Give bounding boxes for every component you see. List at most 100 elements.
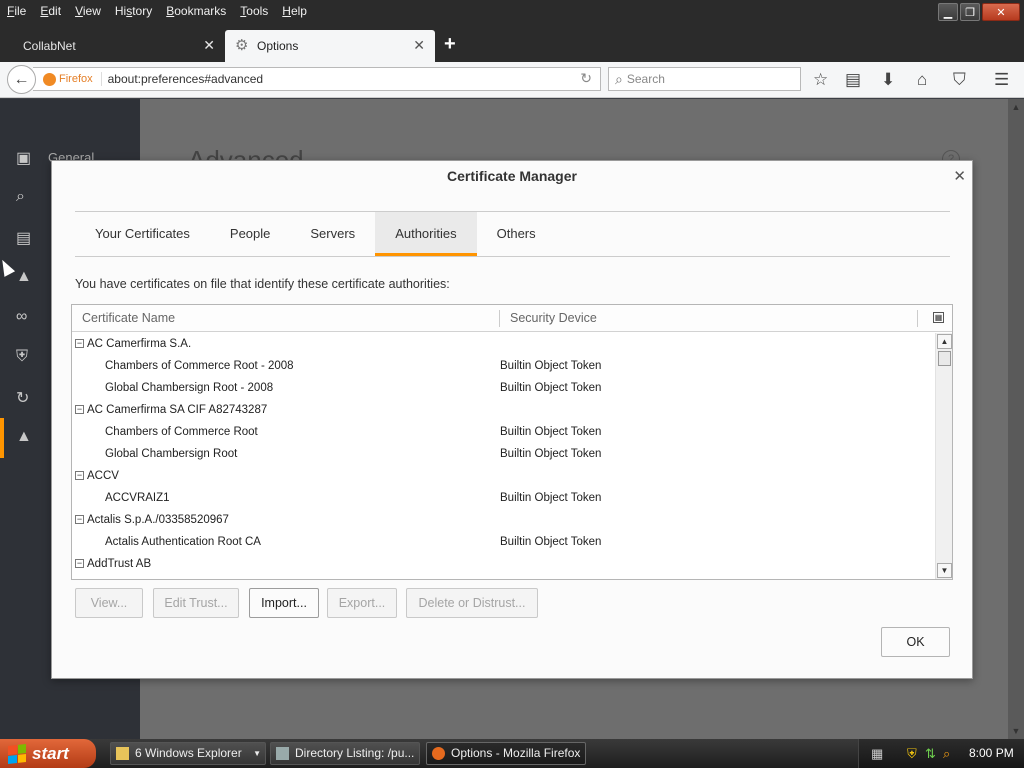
reading-list-icon[interactable]: ▤ [845, 70, 861, 90]
tree-row[interactable]: Global Chambersign Root - 2008 Builtin Ob… [72, 377, 936, 399]
start-button[interactable]: start [0, 739, 96, 768]
page-scrollbar[interactable]: ▲ ▼ [1008, 99, 1024, 739]
pocket-icon[interactable]: ⛉ [953, 70, 966, 90]
tab-options[interactable]: ⚙ Options ✕ [225, 30, 435, 62]
column-security-device[interactable]: Security Device [510, 305, 597, 332]
minimize-button[interactable]: ▁ [938, 3, 958, 21]
tree-scrollbar[interactable]: ▲ ▼ [935, 333, 952, 579]
tree-group-row[interactable]: − ACCV [72, 465, 936, 487]
tab-close-icon[interactable]: ✕ [413, 37, 425, 54]
firefox-icon [43, 72, 56, 86]
reload-icon[interactable]: ↻ [580, 70, 592, 87]
close-window-button[interactable]: ✕ [982, 3, 1020, 21]
tab-others[interactable]: Others [477, 212, 556, 256]
menu-file[interactable]: File [0, 4, 33, 18]
tree-group-row[interactable]: − Actalis S.p.A./03358520967 [72, 509, 936, 531]
home-icon[interactable]: ⌂ [917, 70, 927, 90]
hamburger-menu-icon[interactable]: ☰ [994, 70, 1009, 90]
new-tab-icon[interactable]: + [444, 33, 456, 56]
windows-logo-icon [8, 743, 26, 764]
certificate-name: ACCVRAIZ1 [105, 492, 170, 504]
tab-strip: CollabNet ✕ ⚙ Options ✕ + [0, 22, 1024, 62]
column-picker-icon[interactable]: ▦ [933, 312, 944, 323]
dialog-close-icon[interactable]: ✕ [953, 167, 966, 185]
certificate-name: Chambers of Commerce Root [105, 426, 258, 438]
advanced-icon[interactable]: ▲ [16, 428, 36, 448]
tab-your-certificates[interactable]: Your Certificates [75, 212, 210, 256]
sync-icon[interactable]: ↻ [16, 388, 36, 408]
import-button[interactable]: Import... [249, 588, 319, 618]
tree-row[interactable]: Actalis Authentication Root CA Builtin Ob… [72, 531, 936, 553]
network-icon[interactable]: ⇅ [925, 746, 936, 762]
certificate-name: Actalis Authentication Root CA [105, 536, 261, 548]
general-icon[interactable]: ▣ [16, 148, 36, 168]
security-icon[interactable]: ⛨ [16, 348, 36, 368]
scroll-down-icon[interactable]: ▼ [1008, 723, 1024, 739]
scroll-down-icon[interactable]: ▼ [937, 563, 952, 578]
scrollbar-thumb[interactable] [938, 351, 951, 366]
menu-bookmarks[interactable]: Bookmarks [159, 4, 233, 18]
tab-close-icon[interactable]: ✕ [203, 37, 215, 54]
url-text[interactable]: about:preferences#advanced [100, 72, 263, 86]
collapse-twisty-icon[interactable]: − [75, 405, 84, 414]
tree-group-row[interactable]: − AddTrust AB [72, 553, 936, 575]
tree-row[interactable]: Chambers of Commerce Root Builtin Object … [72, 421, 936, 443]
edit-trust-button[interactable]: Edit Trust... [153, 588, 239, 618]
ok-button[interactable]: OK [881, 627, 950, 657]
back-button[interactable]: ← [7, 65, 36, 94]
certificate-name: AddTrust AB [87, 558, 152, 570]
export-button[interactable]: Export... [327, 588, 397, 618]
column-separator[interactable] [917, 310, 918, 327]
search-tray-icon[interactable]: ⌕ [943, 746, 950, 762]
selected-category-indicator [0, 418, 4, 458]
task-label: Options - Mozilla Firefox [451, 746, 581, 760]
restore-button[interactable]: ❐ [960, 3, 980, 21]
tree-group-row[interactable]: − AC Camerfirma S.A. [72, 333, 936, 355]
column-certificate-name[interactable]: Certificate Name [82, 305, 175, 332]
taskbar-directory-listing[interactable]: Directory Listing: /pu... [270, 742, 420, 765]
tree-group-row[interactable]: − AC Camerfirma SA CIF A82743287 [72, 399, 936, 421]
certificate-name: Global Chambersign Root - 2008 [105, 382, 274, 394]
scroll-up-icon[interactable]: ▲ [937, 334, 952, 349]
back-arrow-icon: ← [13, 70, 30, 88]
keyboard-icon[interactable]: ▦ [871, 746, 883, 762]
view-button[interactable]: View... [75, 588, 143, 618]
applications-icon[interactable]: ▲ [16, 268, 36, 288]
tree-body: − AC Camerfirma S.A. Chambers of Commerce … [72, 333, 936, 579]
collapse-twisty-icon[interactable]: − [75, 471, 84, 480]
menu-history[interactable]: History [108, 4, 159, 18]
bookmark-star-icon[interactable]: ☆ [813, 70, 828, 90]
menu-edit[interactable]: Edit [33, 4, 68, 18]
tree-row[interactable]: Chambers of Commerce Root - 2008 Builtin … [72, 355, 936, 377]
content-icon[interactable]: ▤ [16, 228, 36, 248]
column-separator[interactable] [499, 310, 500, 327]
search-icon: ⌕ [615, 70, 623, 87]
tree-row[interactable]: Global Chambersign Root Builtin Object To… [72, 443, 936, 465]
collapse-twisty-icon[interactable]: − [75, 515, 84, 524]
delete-or-distrust-button[interactable]: Delete or Distrust... [406, 588, 538, 618]
search-input[interactable]: ⌕ Search [608, 67, 801, 91]
menu-view[interactable]: View [68, 4, 108, 18]
tab-authorities[interactable]: Authorities [375, 212, 477, 256]
tab-collabnet[interactable]: CollabNet ✕ [0, 30, 225, 62]
scroll-up-icon[interactable]: ▲ [1008, 99, 1024, 115]
taskbar-windows-explorer[interactable]: 6 Windows Explorer ▼ [110, 742, 266, 765]
search-placeholder: Search [626, 72, 665, 86]
menu-help[interactable]: Help [275, 4, 314, 18]
certificate-tree[interactable]: Certificate Name Security Device ▦ − AC C… [71, 304, 953, 580]
taskbar-firefox[interactable]: Options - Mozilla Firefox [426, 742, 586, 765]
identity-label: Firefox [59, 73, 93, 85]
privacy-icon[interactable]: ∞ [16, 308, 36, 328]
downloads-icon[interactable]: ⬇ [881, 70, 895, 90]
tab-servers[interactable]: Servers [290, 212, 375, 256]
shield-icon[interactable]: ⛨ [907, 746, 917, 762]
collapse-twisty-icon[interactable]: − [75, 339, 84, 348]
identity-box[interactable]: Firefox [33, 72, 93, 86]
url-bar[interactable]: Firefox about:preferences#advanced ↻ [33, 67, 601, 91]
tab-people[interactable]: People [210, 212, 290, 256]
tree-row[interactable]: ACCVRAIZ1 Builtin Object Token [72, 487, 936, 509]
app-icon [276, 747, 289, 760]
collapse-twisty-icon[interactable]: − [75, 559, 84, 568]
search-category-icon[interactable]: ⌕ [16, 188, 36, 208]
menu-tools[interactable]: Tools [233, 4, 275, 18]
